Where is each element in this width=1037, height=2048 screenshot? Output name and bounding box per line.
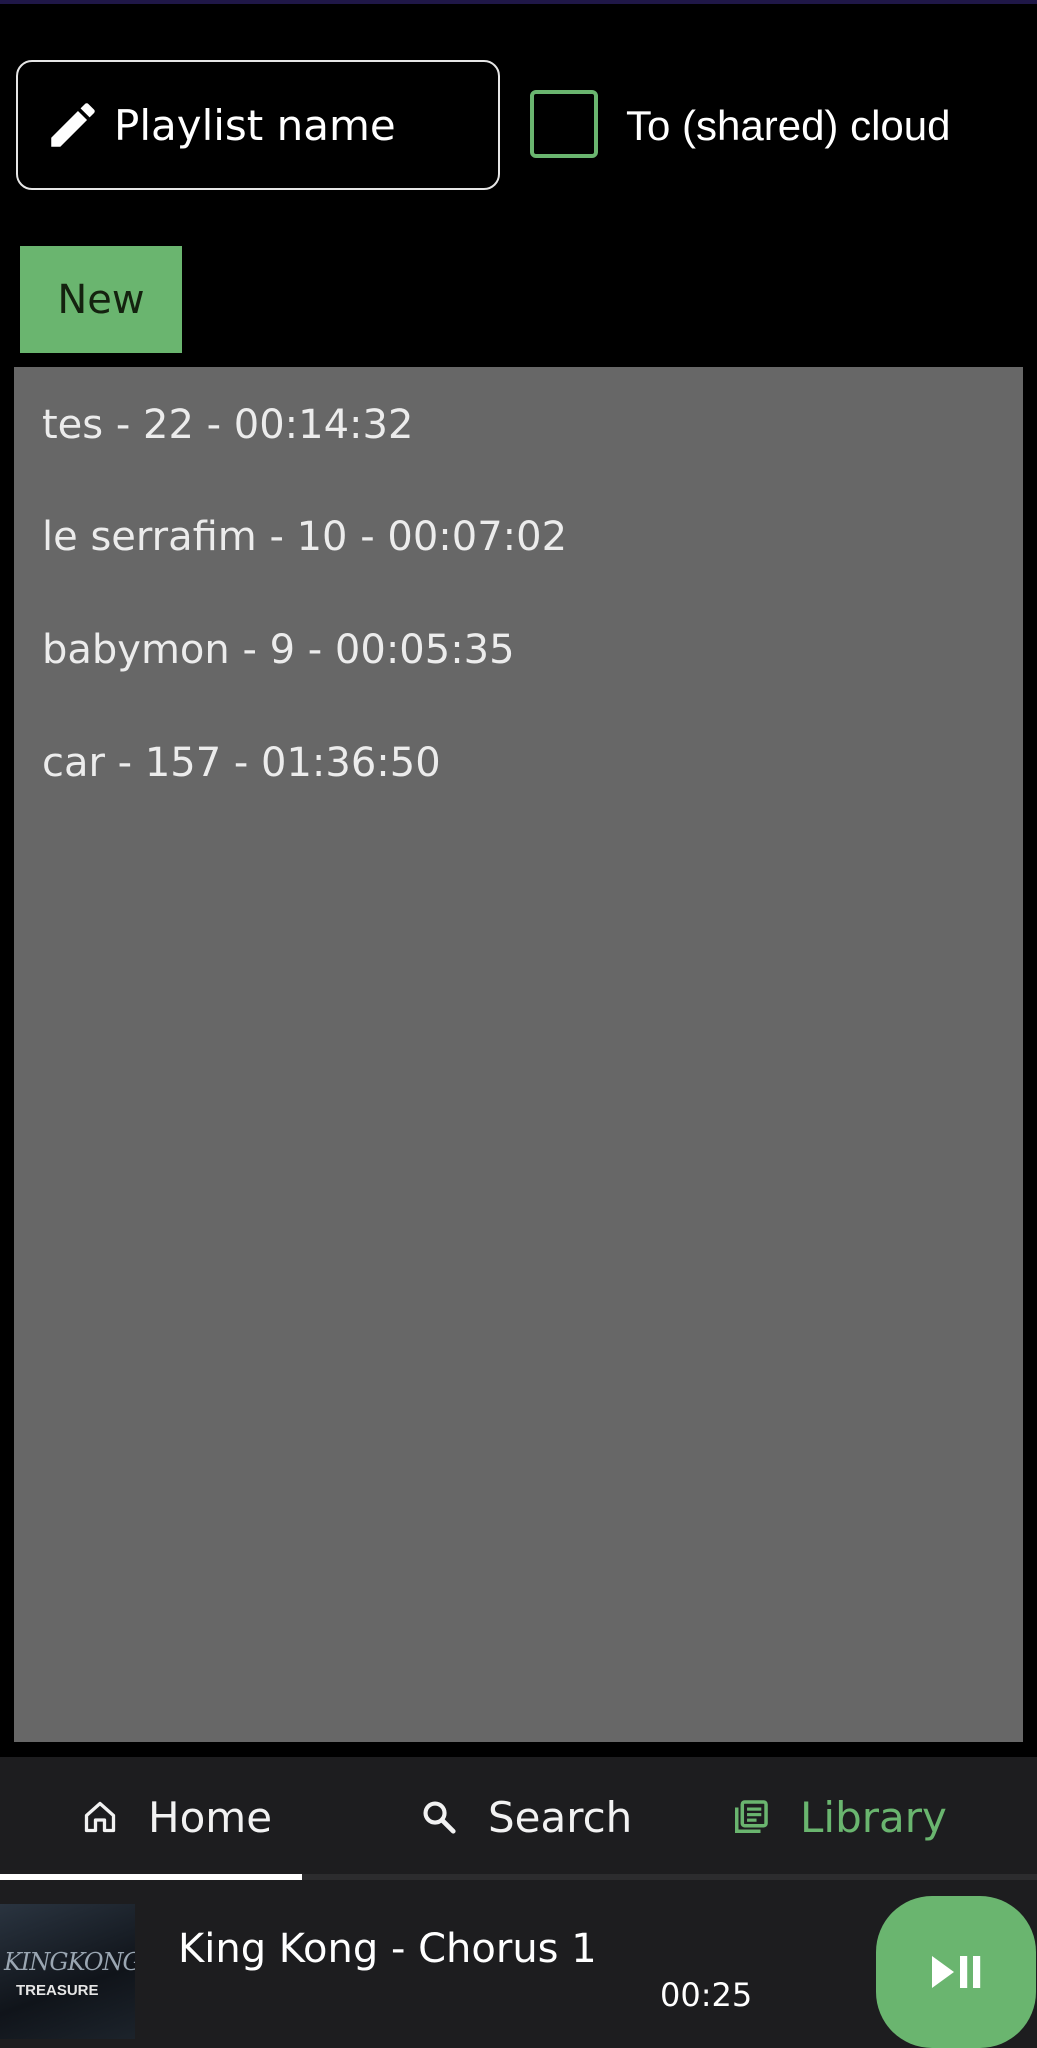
album-art-subtitle: TREASURE [16, 1982, 99, 1999]
now-playing-bar[interactable]: KINGKONG TREASURE King Kong - Chorus 1 0… [0, 1880, 1037, 2048]
play-pause-button[interactable] [876, 1896, 1036, 2048]
new-playlist-button[interactable]: New [20, 246, 182, 353]
track-title: King Kong - Chorus 1 [178, 1926, 597, 1972]
track-elapsed-time: 00:25 [660, 1976, 753, 2014]
nav-item-library[interactable]: Library [732, 1757, 947, 1877]
cloud-checkbox[interactable] [530, 90, 598, 158]
playlist-item[interactable]: car - 157 - 01:36:50 [42, 735, 441, 791]
playlist-name-input[interactable] [114, 100, 474, 150]
cloud-checkbox-label: To (shared) cloud [626, 102, 951, 149]
playlist-list: tes - 22 - 00:14:32 le serrafim - 10 - 0… [14, 367, 1023, 1742]
playlist-item[interactable]: tes - 22 - 00:14:32 [42, 397, 413, 453]
playlist-name-field[interactable] [16, 60, 500, 190]
album-art-title: KINGKONG [4, 1948, 135, 1976]
nav-item-label: Search [488, 1792, 633, 1842]
library-icon [732, 1798, 770, 1836]
nav-item-search[interactable]: Search [420, 1757, 632, 1877]
search-icon [420, 1798, 458, 1836]
play-pause-icon [932, 1956, 981, 1988]
nav-item-home[interactable]: Home [82, 1757, 272, 1877]
album-art: KINGKONG TREASURE [0, 1904, 135, 2039]
home-icon [82, 1798, 118, 1836]
nav-item-label: Home [148, 1792, 273, 1842]
bottom-navigation: Home Search Library [0, 1757, 1037, 1877]
playlist-item[interactable]: le serrafim - 10 - 00:07:02 [42, 509, 567, 565]
nav-item-label: Library [800, 1792, 947, 1842]
playlist-item[interactable]: babymon - 9 - 00:05:35 [42, 622, 515, 678]
status-strip [0, 0, 1037, 4]
pencil-icon [51, 103, 95, 147]
